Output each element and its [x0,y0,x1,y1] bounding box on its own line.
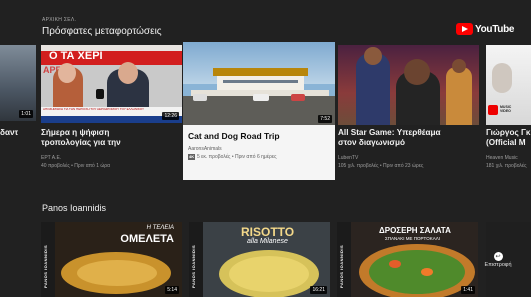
video-duration: 7:52 [318,115,332,123]
video-title: δαντ [0,128,19,137]
video-title-line2: τροπολογίας για την [41,138,121,147]
thumb-headline: Ο ΤΑ ΧΕΡΙ [49,50,103,62]
video-meta: 5 εκ. προβολές • Πριν από 6 ημέρες [197,154,277,160]
quality-badge: 4K [188,154,196,160]
video-thumbnail: PANOS IOANNIDIS Η ΤΕΛΕΙΑ ΟΜΕΛΕΤΑ 5:14 [41,222,182,297]
back-icon: ↩ [493,252,503,261]
thumb-text: RISOTTO [241,225,295,239]
section-title: Πρόσφατες μεταφορτώσεις [42,26,162,37]
video-thumbnail: PANOS IOANNIDIS ΔΡΟΣΕΡΗ ΣΑΛΑΤΑ ΣΠΑΝΑΚΙ Μ… [337,222,478,297]
video-duration: 16:21 [310,286,327,294]
video-title-line1: Γιώργος Γκ [486,128,531,137]
video-channel: ΕΡΤ Α.Ε. [41,155,62,161]
video-duration: 5:14 [165,286,179,294]
thumb-news-strip: ΑΠΟΖΗΜΙΩΣΗ ΓΙΑ ΤΗΝ ΠΕΡΙΟΧΗ ΤΟΥ ΑΕΡΟΔΡΟΜΙ… [43,108,144,111]
return-button[interactable]: ↩ Επιστροφή [478,252,518,268]
video-info-panel: Cat and Dog Road Trip AaronsAnimals 4K 5… [183,125,335,180]
video-title-line2: στον διαγωνισμό [338,138,406,147]
video-thumbnail [338,45,479,125]
channel-watermark: PANOS IOANNIDIS [191,244,196,288]
video-meta: 105 χιλ. προβολές • Πριν από 23 ώρες [338,163,424,169]
video-title-line2: (Official M [486,138,526,147]
video-meta: 40 προβολές • Πριν από 1 ώρα [41,163,111,169]
youtube-tv-screen: ΑΡΧΙΚΗ ΣΕΛ. Πρόσφατες μεταφορτώσεις YouT… [0,0,531,297]
video-duration: 1:01 [19,110,33,118]
return-label: Επιστροφή [484,262,512,268]
video-duration: 1:41 [461,286,475,294]
video-channel: LubenTV [338,155,359,161]
video-thumbnail: PANOS IOANNIDIS RISOTTO alla Milanese 16… [189,222,330,297]
channel-watermark: PANOS IOANNIDIS [43,244,48,288]
thumb-text-2: alla Milanese [247,238,288,245]
youtube-logo: YouTube [456,22,515,36]
youtube-play-icon [456,23,473,35]
youtube-logo-text: YouTube [475,23,515,35]
breadcrumb: ΑΡΧΙΚΗ ΣΕΛ. [42,17,77,23]
video-thumbnail: MUSIC VIDEO [486,45,531,125]
channel-watermark: PANOS IOANNIDIS [339,244,344,288]
thumb-text: Η ΤΕΛΕΙΑ [146,225,174,231]
video-channel: Heaven Music [486,155,518,161]
video-channel: AaronsAnimals [188,146,222,152]
video-meta: 181 χιλ. προβολές [486,163,527,169]
thumb-text-2: ΟΜΕΛΕΤΑ [120,233,174,245]
thumb-text-2: ΣΠΑΝΑΚΙ ΜΕ ΠΟΡΤΟΚΑΛΙ [385,236,440,241]
video-title-line1: Σήμερα η ψήφιση [41,128,110,137]
video-title-line1: All Star Game: Υπερθέαμα [338,128,441,137]
video-duration: 12:26 [162,112,179,120]
music-video-badge: MUSIC VIDEO [500,105,512,113]
video-thumbnail: 7:52 [183,42,335,126]
shelf-title: Panos Ioannidis [42,203,107,213]
video-thumbnail: 1:01 [0,45,36,121]
video-title: Cat and Dog Road Trip [188,131,280,141]
video-thumbnail: Ο ΤΑ ΧΕΡΙ ΑΡΓΚ ΑΠΟΖΗΜΙΩΣΗ ΓΙΑ ΤΗΝ ΠΕΡΙΟΧ… [41,45,182,123]
thumb-text: ΔΡΟΣΕΡΗ ΣΑΛΑΤΑ [379,226,451,235]
